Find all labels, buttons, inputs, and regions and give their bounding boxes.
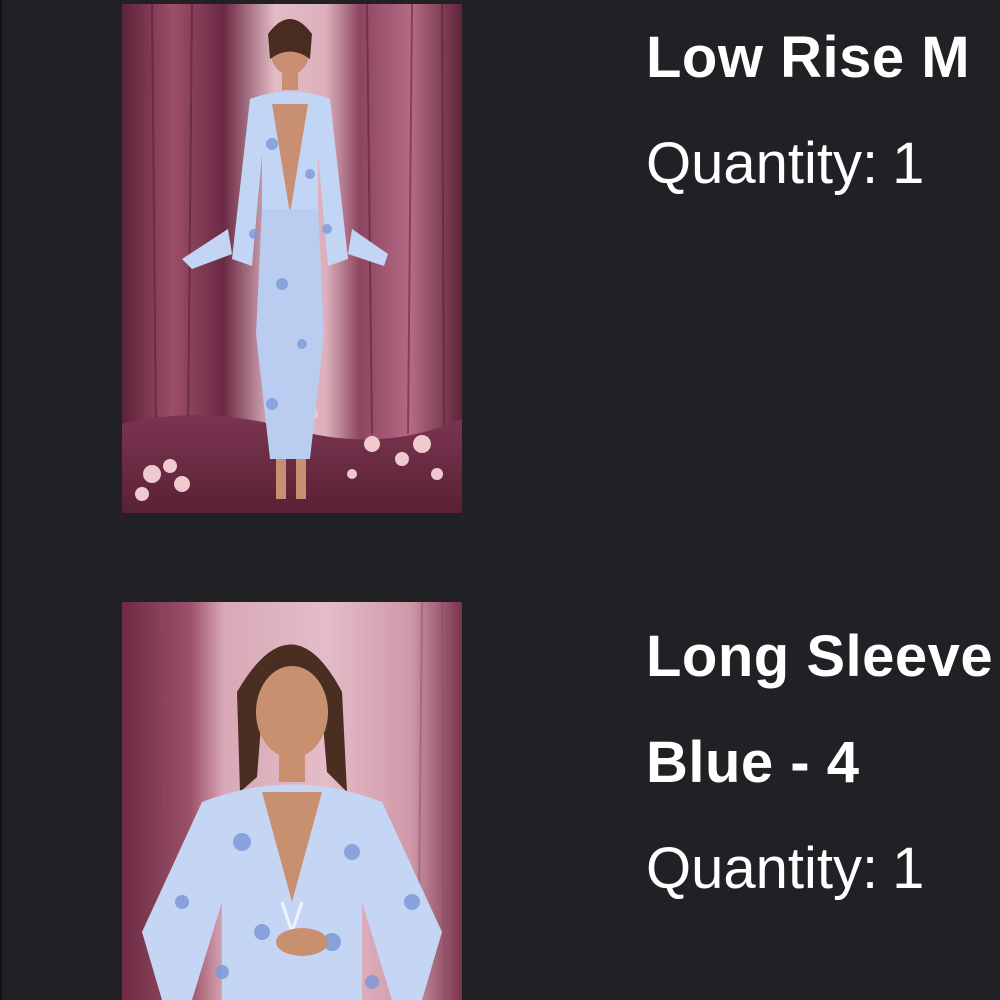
quantity-label: Quantity:: [646, 131, 879, 196]
quantity-value: 1: [892, 131, 925, 196]
quantity-value: 1: [892, 836, 925, 901]
product-title[interactable]: Low Rise M: [646, 26, 1000, 90]
product-image[interactable]: [122, 4, 462, 513]
product-info: Low Rise M Quantity: 1: [646, 26, 1000, 196]
cart-item: Long Sleeve Blue - 4 Quantity: 1: [0, 560, 1000, 1000]
product-photo-long-sleeve: [122, 602, 462, 1000]
cart-item: Low Rise M Quantity: 1: [0, 0, 1000, 560]
quantity-label: Quantity:: [646, 836, 879, 901]
product-info: Long Sleeve Blue - 4 Quantity: 1: [646, 625, 1000, 901]
product-image[interactable]: [122, 602, 462, 1000]
product-photo-low-rise: [122, 4, 462, 513]
quantity-text: Quantity: 1: [646, 132, 1000, 196]
quantity-text: Quantity: 1: [646, 837, 1000, 901]
product-variant: Blue - 4: [646, 730, 860, 795]
product-title[interactable]: Long Sleeve: [646, 625, 1000, 689]
cart-page: Low Rise M Quantity: 1 Long Sleeve Blue …: [0, 0, 1000, 1000]
